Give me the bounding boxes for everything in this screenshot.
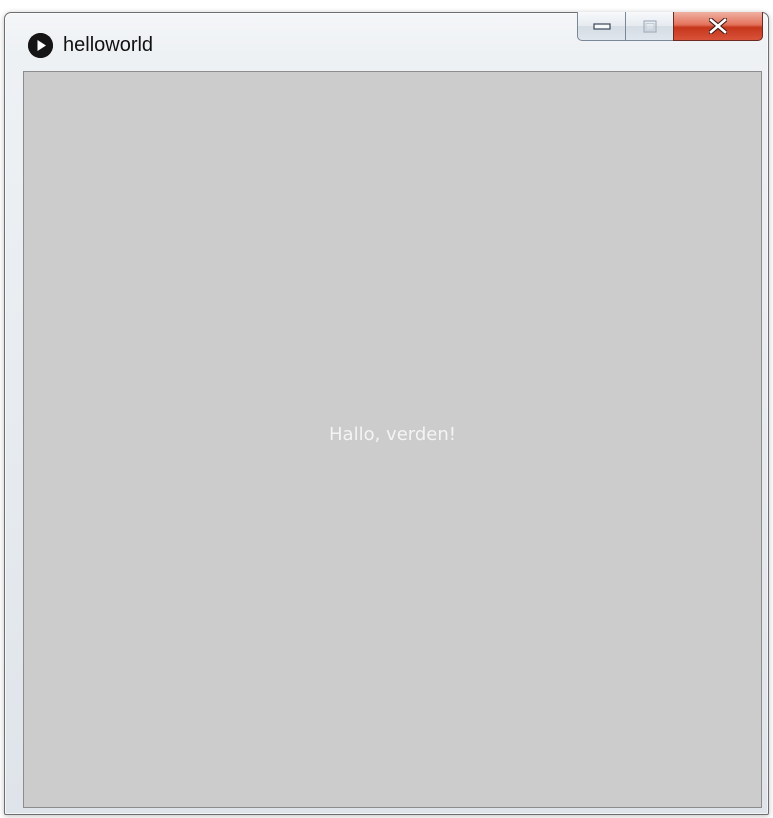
processing-play-icon[interactable] xyxy=(28,33,53,58)
maximize-icon xyxy=(642,19,657,33)
window-title: helloworld xyxy=(63,34,154,56)
minimize-icon xyxy=(592,23,611,30)
sketch-canvas[interactable]: Hallo, verden! xyxy=(23,71,762,808)
close-button[interactable] xyxy=(673,12,763,41)
sketch-text: Hallo, verden! xyxy=(329,424,456,445)
title-bar[interactable]: helloworld xyxy=(5,12,768,71)
close-icon xyxy=(709,18,727,34)
maximize-button[interactable] xyxy=(625,12,673,41)
minimize-button[interactable] xyxy=(577,12,625,41)
app-window: helloworld Hallo, verden! xyxy=(4,12,769,815)
caption-buttons xyxy=(577,12,763,42)
